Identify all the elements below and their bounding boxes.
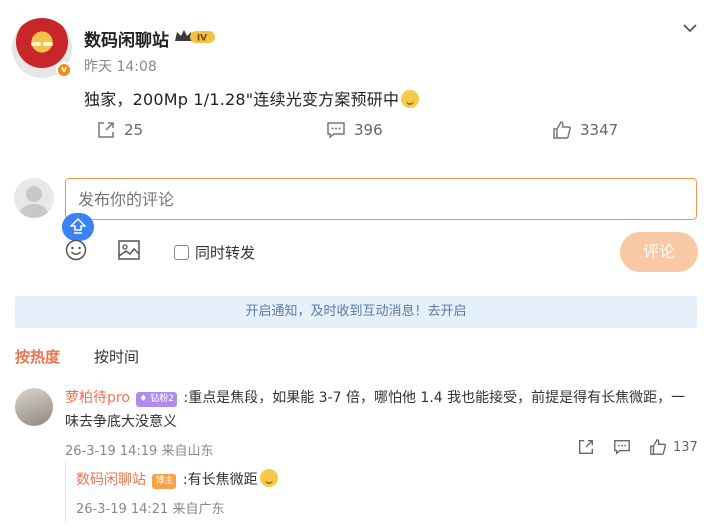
comment-input[interactable] [65, 178, 697, 220]
comment-icon [327, 122, 345, 139]
comment-icon[interactable] [613, 438, 631, 456]
repost-label: 同时转发 [195, 244, 256, 262]
verified-badge: v [56, 62, 72, 78]
comment-body: 萝柏待pro ♦ 钻粉2 :重点是焦段，如果能 3-7 倍，哪怕他 1.4 我也… [65, 386, 695, 434]
submit-comment-button[interactable]: 评论 [620, 232, 698, 272]
avatar-eye-left [31, 42, 41, 46]
post-content: 独家，200Mp 1/1.28"连续光变方案预研中 [84, 86, 420, 110]
image-icon[interactable] [118, 240, 140, 260]
notification-banner[interactable]: 开启通知，及时收到互动消息！去开启 [15, 296, 697, 328]
chevron-down-icon[interactable] [682, 20, 698, 36]
repost-icon [98, 122, 114, 138]
author-name[interactable]: 数码闲聊站 [84, 26, 169, 51]
tab-hot[interactable]: 按热度 [15, 346, 60, 367]
post-time: 昨天 14:08 [84, 59, 157, 75]
like-icon [553, 121, 571, 139]
commenter-avatar[interactable] [15, 388, 53, 426]
commenter-name[interactable]: 萝柏待pro [65, 390, 130, 406]
avatar-head [26, 186, 42, 202]
smile-emoji-icon [401, 90, 420, 108]
my-avatar [14, 178, 54, 218]
like-icon [650, 439, 667, 455]
avatar-body [20, 204, 48, 218]
reply-author-name[interactable]: 数码闲聊站 [76, 472, 146, 488]
repost-checkbox-group[interactable]: 同时转发 [174, 242, 255, 263]
crown-level-badge: IV [175, 30, 215, 44]
emoji-icon[interactable] [65, 239, 87, 261]
comment-like-button[interactable]: 137 [649, 438, 698, 456]
repost-checkbox[interactable] [174, 245, 189, 260]
fan-level-text: 钻粉2 [150, 394, 175, 404]
comment-like-count: 137 [673, 439, 698, 455]
like-count: 3347 [580, 121, 619, 139]
smile-emoji-icon [259, 469, 278, 487]
repost-icon[interactable] [577, 438, 595, 456]
comment-button[interactable]: 396 [326, 120, 383, 140]
comment-composer: 同时转发 评论 [14, 178, 706, 278]
repost-count: 25 [124, 121, 144, 139]
tab-time[interactable]: 按时间 [94, 346, 139, 367]
comment-actions: 137 [577, 438, 698, 456]
fan-level-badge: ♦ 钻粉2 [136, 392, 178, 407]
sort-tabs: 按热度 按时间 [15, 346, 139, 367]
post-header: v 数码闲聊站 IV 昨天 14:08 [12, 16, 708, 80]
badge-level-text: IV [197, 34, 207, 44]
repost-button[interactable]: 25 [96, 120, 143, 140]
host-badge: 博主 [152, 474, 177, 489]
post-text: 独家，200Mp 1/1.28"连续光变方案预研中 [84, 90, 400, 109]
post-actions: 25 396 3347 [96, 120, 656, 144]
avatar-eye-right [43, 42, 53, 46]
reply-text: :有长焦微距 [182, 472, 258, 488]
reply-body: 数码闲聊站 博主 :有长焦微距 [76, 468, 278, 492]
like-button[interactable]: 3347 [552, 120, 618, 140]
reply-item: 数码闲聊站 博主 :有长焦微距 26-3-19 14:21 来自广东 [65, 462, 695, 522]
reply-meta: 26-3-19 14:21 来自广东 [76, 502, 225, 517]
comment-count: 396 [354, 121, 383, 139]
comment-meta: 26-3-19 14:19 来自山东 [65, 444, 214, 459]
upload-button[interactable] [62, 213, 94, 241]
upload-icon [70, 218, 86, 234]
